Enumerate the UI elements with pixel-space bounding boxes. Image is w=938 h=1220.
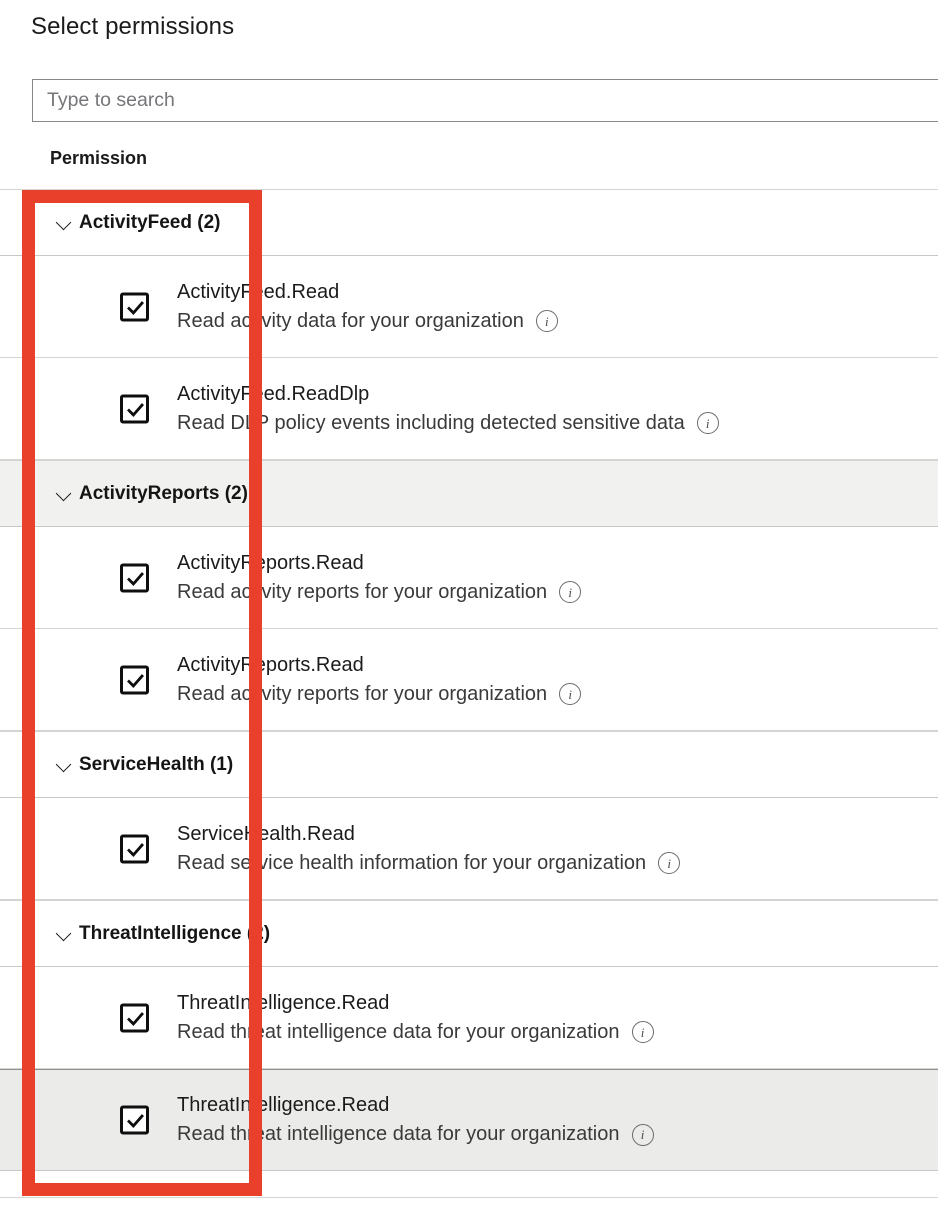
permission-text: ThreatIntelligence.Read Read threat intel…	[177, 989, 654, 1047]
permission-description-text: Read threat intelligence data for your o…	[177, 1020, 620, 1043]
permission-row[interactable]: ActivityFeed.Read Read activity data for …	[0, 256, 938, 358]
permission-name: ThreatIntelligence.Read	[177, 991, 390, 1014]
permission-description-text: Read service health information for your…	[177, 851, 647, 874]
info-icon[interactable]: i	[631, 1123, 654, 1146]
search-box[interactable]	[32, 79, 938, 122]
permission-description: Read threat intelligence data for your o…	[177, 1018, 654, 1047]
permission-name: ActivityFeed.Read	[177, 280, 340, 303]
permission-name: ServiceHealth.Read	[177, 822, 355, 845]
permission-checkbox[interactable]	[120, 834, 149, 863]
group-header-label: ServiceHealth (1)	[79, 753, 234, 775]
panel-title: Select permissions	[31, 13, 235, 40]
permission-description-text: Read DLP policy events including detecte…	[177, 411, 685, 434]
permission-description: Read activity reports for your organizat…	[177, 680, 582, 709]
permission-description-text: Read activity data for your organization	[177, 309, 524, 332]
chevron-down-icon[interactable]	[55, 755, 75, 775]
permission-name: ActivityReports.Read	[177, 551, 364, 574]
permission-row[interactable]: ActivityReports.Read Read activity report…	[0, 527, 938, 629]
info-icon[interactable]: i	[559, 683, 582, 705]
permission-name: ActivityReports.Read	[177, 653, 364, 676]
permission-description-text: Read threat intelligence data for your o…	[177, 1123, 620, 1145]
permission-description: Read activity data for your organization…	[177, 307, 558, 336]
permission-list: ActivityFeed (2) ActivityFeed.Read Read ac…	[0, 189, 938, 1198]
permission-text: ThreatIntelligence.Read Read threat intel…	[177, 1091, 654, 1149]
permission-name: ThreatIntelligence.Read	[177, 1094, 390, 1116]
list-footer	[0, 1171, 938, 1198]
group-header-label: ThreatIntelligence (2)	[79, 922, 271, 944]
info-icon[interactable]: i	[658, 852, 681, 874]
group-header-servicehealth[interactable]: ServiceHealth (1)	[0, 731, 938, 798]
column-header-permission: Permission	[50, 148, 148, 168]
group-header-label: ActivityReports (2)	[79, 482, 248, 504]
permission-row[interactable]: ActivityFeed.ReadDlp Read DLP policy even…	[0, 358, 938, 460]
info-icon[interactable]: i	[559, 581, 582, 603]
group-header-activityreports[interactable]: ActivityReports (2)	[0, 460, 938, 527]
permission-description: Read service health information for your…	[177, 849, 681, 878]
permission-row[interactable]: ServiceHealth.Read Read service health in…	[0, 798, 938, 900]
permission-row[interactable]: ThreatIntelligence.Read Read threat intel…	[0, 967, 938, 1069]
permission-text: ActivityFeed.ReadDlp Read DLP policy even…	[177, 380, 719, 438]
permission-text: ServiceHealth.Read Read service health in…	[177, 820, 681, 878]
permission-name: ActivityFeed.ReadDlp	[177, 382, 370, 405]
group-header-threatintelligence[interactable]: ThreatIntelligence (2)	[0, 900, 938, 967]
group-header-activityfeed[interactable]: ActivityFeed (2)	[0, 189, 938, 256]
permission-text: ActivityReports.Read Read activity report…	[177, 549, 582, 607]
permission-row[interactable]: ActivityReports.Read Read activity report…	[0, 629, 938, 731]
permission-text: ActivityFeed.Read Read activity data for …	[177, 278, 558, 336]
info-icon[interactable]: i	[631, 1021, 654, 1043]
permission-description: Read DLP policy events including detecte…	[177, 409, 719, 438]
permission-checkbox[interactable]	[120, 292, 149, 321]
permission-checkbox[interactable]	[120, 1003, 149, 1032]
search-input[interactable]	[45, 88, 938, 113]
permission-description-text: Read activity reports for your organizat…	[177, 580, 548, 603]
info-icon[interactable]: i	[535, 310, 558, 332]
permission-checkbox[interactable]	[120, 394, 149, 423]
permission-checkbox[interactable]	[120, 665, 149, 694]
chevron-down-icon[interactable]	[55, 213, 75, 233]
permission-description: Read threat intelligence data for your o…	[177, 1120, 654, 1149]
chevron-down-icon[interactable]	[55, 924, 75, 944]
permission-description: Read activity reports for your organizat…	[177, 578, 582, 607]
group-header-label: ActivityFeed (2)	[79, 211, 221, 233]
info-icon[interactable]: i	[696, 412, 719, 434]
permission-checkbox[interactable]	[120, 1105, 149, 1135]
permission-row[interactable]: ThreatIntelligence.Read Read threat intel…	[0, 1069, 938, 1171]
permission-text: ActivityReports.Read Read activity report…	[177, 651, 582, 709]
permission-description-text: Read activity reports for your organizat…	[177, 682, 548, 705]
chevron-down-icon[interactable]	[55, 484, 75, 504]
permission-checkbox[interactable]	[120, 563, 149, 592]
